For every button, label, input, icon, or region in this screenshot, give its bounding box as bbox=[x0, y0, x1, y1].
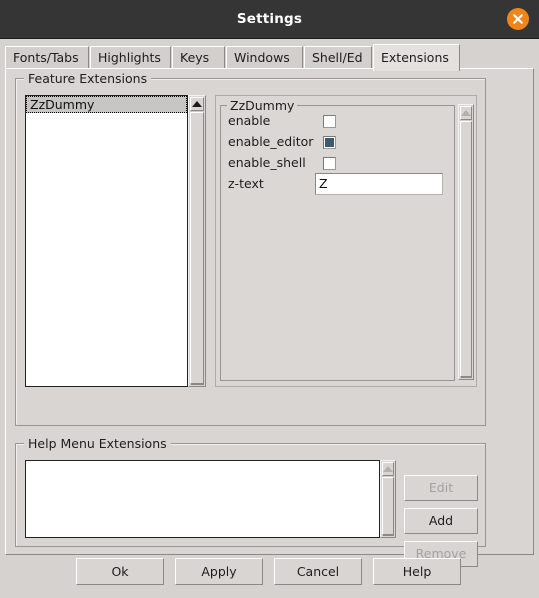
apply-button[interactable]: Apply bbox=[175, 558, 263, 585]
feature-extensions-list[interactable]: ZzDummy bbox=[25, 95, 188, 387]
triangle-up-icon bbox=[383, 466, 393, 472]
tab-label: Extensions bbox=[381, 50, 449, 65]
help-menu-scrollbar[interactable] bbox=[380, 460, 396, 538]
help-menu-extensions-title: Help Menu Extensions bbox=[24, 436, 171, 451]
add-button[interactable]: Add bbox=[404, 508, 478, 534]
scrollbar-up-button[interactable] bbox=[460, 106, 472, 120]
feature-list-scrollbar[interactable] bbox=[188, 95, 206, 387]
triangle-up-icon bbox=[461, 110, 471, 116]
scrollbar-thumb[interactable] bbox=[190, 112, 204, 384]
settings-tabbar: Fonts/Tabs Highlights Keys Windows Shell… bbox=[5, 44, 534, 71]
z-text-input[interactable]: Z bbox=[315, 173, 443, 195]
close-icon[interactable] bbox=[507, 8, 529, 30]
ok-button[interactable]: Ok bbox=[76, 558, 164, 585]
help-menu-extensions-list[interactable] bbox=[25, 460, 380, 538]
tab-highlights[interactable]: Highlights bbox=[90, 46, 171, 70]
list-item[interactable]: ZzDummy bbox=[26, 96, 187, 113]
scrollbar-thumb[interactable] bbox=[382, 477, 394, 535]
triangle-up-icon bbox=[192, 101, 202, 107]
checkbox-enable[interactable] bbox=[323, 115, 336, 128]
option-label-enable: enable bbox=[228, 113, 271, 128]
window-titlebar: Settings bbox=[0, 0, 539, 39]
scrollbar-up-button[interactable] bbox=[190, 97, 204, 111]
tab-label: Highlights bbox=[98, 50, 161, 65]
scrollbar-up-button[interactable] bbox=[382, 462, 394, 476]
window-title: Settings bbox=[236, 11, 303, 27]
cancel-button[interactable]: Cancel bbox=[274, 558, 362, 585]
feature-extensions-title: Feature Extensions bbox=[24, 71, 152, 86]
edit-button[interactable]: Edit bbox=[404, 475, 478, 501]
settings-dialog-body: Fonts/Tabs Highlights Keys Windows Shell… bbox=[0, 39, 539, 598]
option-label-enable-editor: enable_editor bbox=[228, 134, 314, 149]
extensions-tab-panel: Feature Extensions ZzDummy ZzDummy enabl… bbox=[5, 68, 534, 567]
tab-shell-ed[interactable]: Shell/Ed bbox=[304, 46, 372, 70]
scrollbar-thumb[interactable] bbox=[460, 121, 472, 377]
checkbox-enable-editor[interactable] bbox=[323, 136, 336, 149]
extension-detail-pane: ZzDummy enable enable_editor enable_shel… bbox=[215, 95, 477, 387]
zzdummy-options-title: ZzDummy bbox=[227, 98, 298, 113]
option-label-enable-shell: enable_shell bbox=[228, 155, 306, 170]
help-button[interactable]: Help bbox=[373, 558, 461, 585]
option-label-z-text: z-text bbox=[228, 176, 264, 191]
tab-extensions[interactable]: Extensions bbox=[373, 44, 460, 71]
tab-label: Fonts/Tabs bbox=[13, 50, 79, 65]
tab-fonts-tabs[interactable]: Fonts/Tabs bbox=[5, 46, 89, 70]
tab-label: Keys bbox=[180, 50, 210, 65]
tab-keys[interactable]: Keys bbox=[172, 46, 225, 70]
extension-detail-scrollbar[interactable] bbox=[458, 104, 474, 380]
tab-windows[interactable]: Windows bbox=[226, 46, 303, 70]
tab-label: Windows bbox=[234, 50, 290, 65]
checkbox-enable-shell[interactable] bbox=[323, 157, 336, 170]
tab-label: Shell/Ed bbox=[312, 50, 363, 65]
